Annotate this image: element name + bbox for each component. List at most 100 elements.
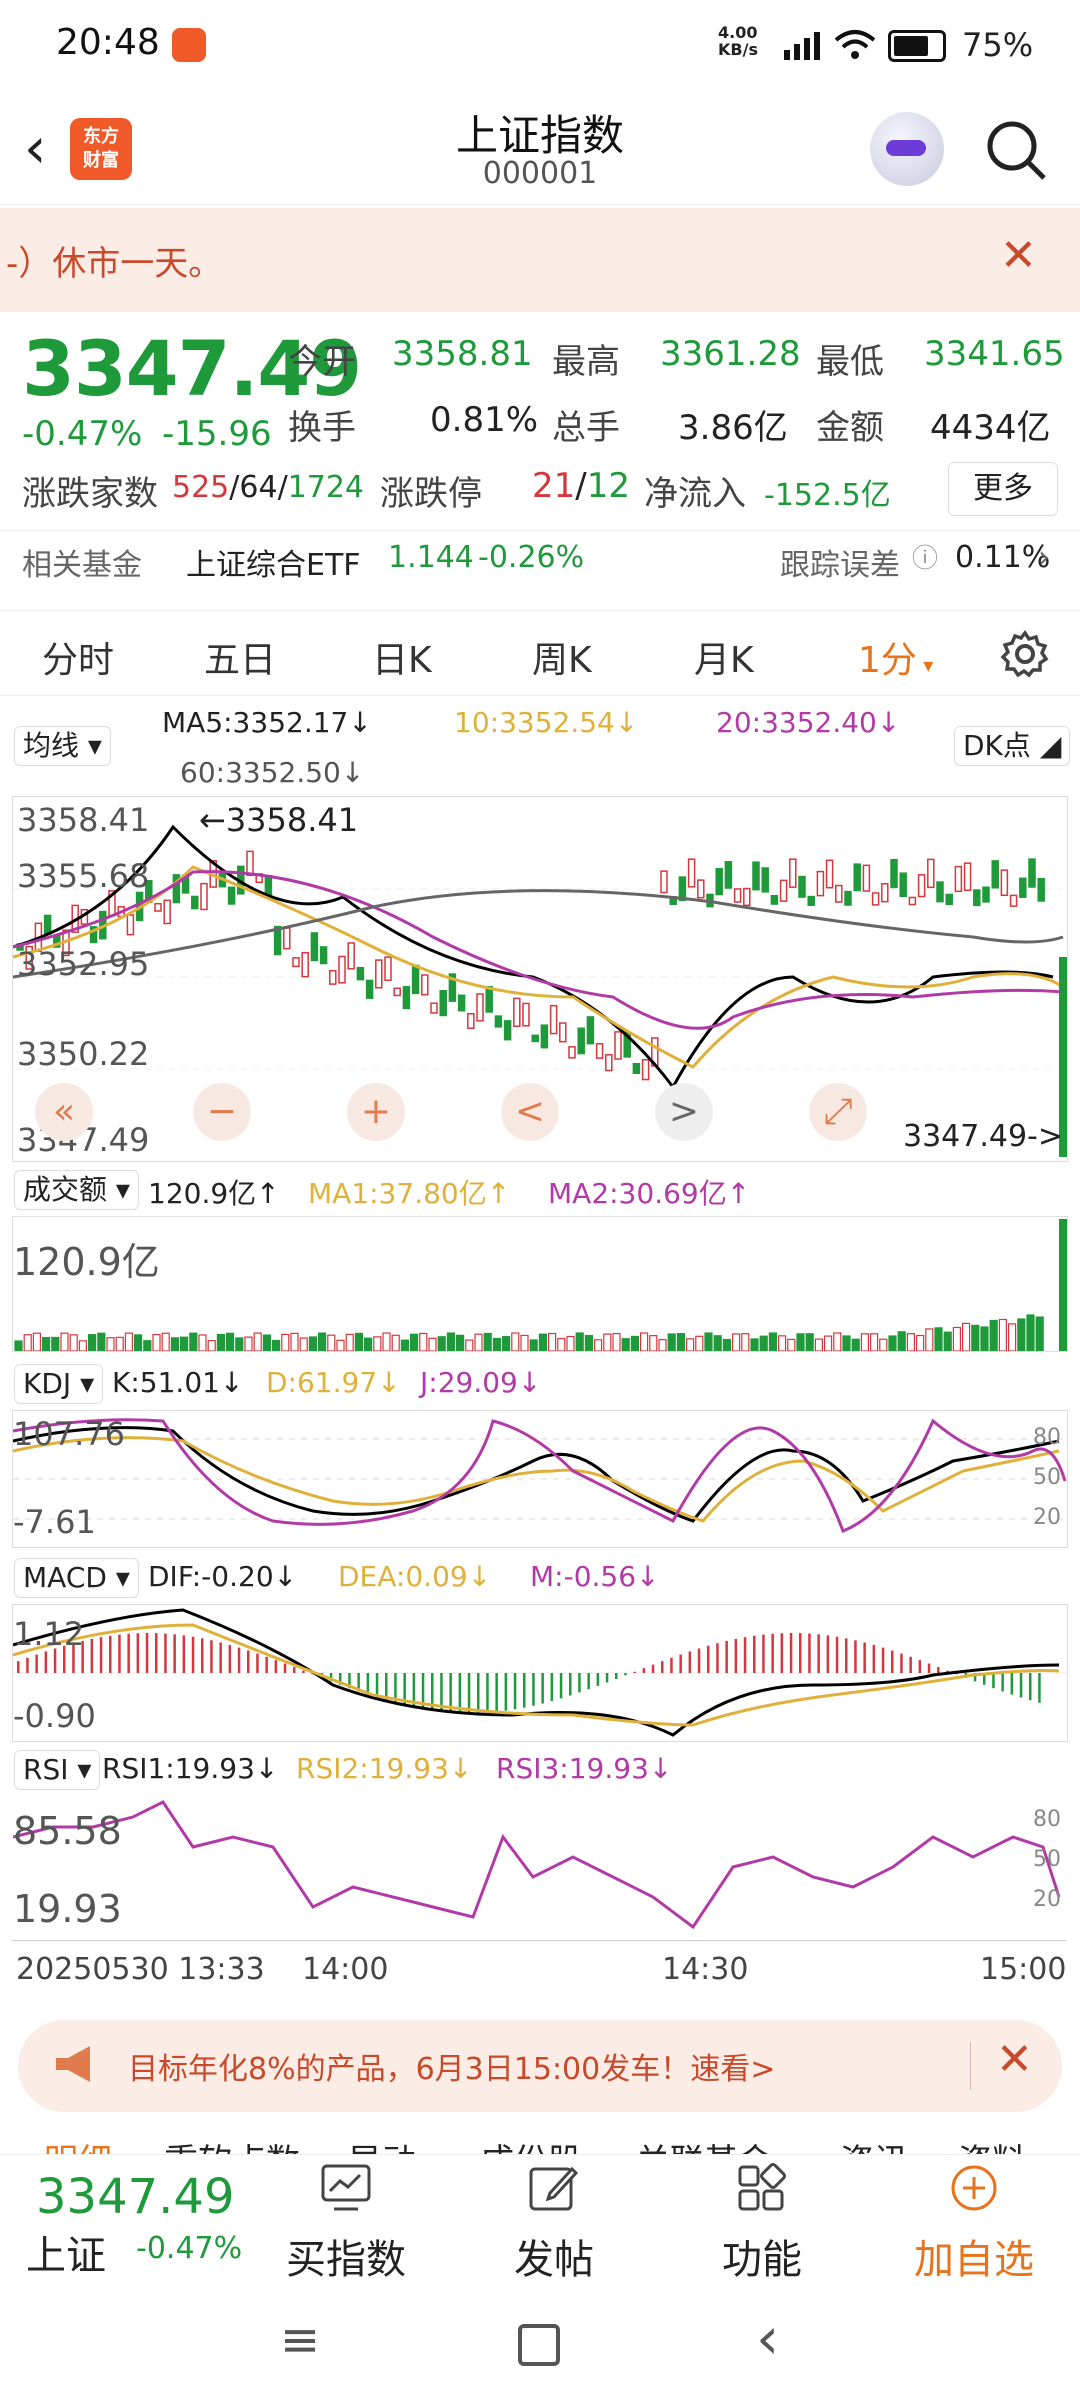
macd-bar [523, 1673, 526, 1708]
macd-bar [743, 1637, 747, 1673]
tab-related-funds[interactable]: 关联基金 [636, 2134, 772, 2156]
macd-bar [35, 1654, 38, 1673]
kdj-indicator-select[interactable]: KDJ ▾ [14, 1364, 104, 1404]
candle [632, 1062, 641, 1075]
volume-bar [216, 1333, 225, 1352]
promo-banner[interactable]: 目标年化8%的产品，6月3日15:00发车！速看> ✕ [18, 2020, 1062, 2112]
notice-banner[interactable]: -）休市一天。 ✕ [0, 208, 1080, 312]
candle [513, 997, 521, 1028]
rsi-indicator-select[interactable]: RSI ▾ [14, 1750, 101, 1790]
volume-bar [842, 1335, 851, 1352]
tab-info[interactable]: 资料 [958, 2134, 1026, 2156]
settings-gear-icon[interactable] [1000, 629, 1050, 679]
volume-svg [14, 1219, 1067, 1352]
wifi-icon [834, 30, 876, 59]
home-icon[interactable] [518, 2324, 560, 2366]
buy-index-button[interactable]: 买指数 [276, 2163, 416, 2285]
candle [816, 870, 825, 897]
tab-key-points[interactable]: 重软点数 [164, 2134, 300, 2156]
volume-bar [465, 1339, 474, 1352]
add-watchlist-button[interactable]: 加自选 [904, 2163, 1044, 2285]
back-nav-icon[interactable]: ‹ [756, 2304, 779, 2372]
volume-bar [281, 1333, 290, 1352]
tab-5day[interactable]: 五日 [204, 631, 276, 683]
more-button[interactable]: 更多 [948, 462, 1058, 516]
rsi-level-80: 80 [1033, 1807, 1061, 1832]
ma20-label: 20:3352.40↓ [716, 706, 901, 739]
search-icon[interactable] [980, 114, 1052, 186]
volume-chart[interactable]: 120.9亿 [12, 1216, 1068, 1352]
close-icon[interactable]: ✕ [996, 2034, 1033, 2085]
volume-bar [731, 1333, 741, 1352]
tab-detail[interactable]: 明细 [44, 2134, 112, 2156]
candle [890, 858, 898, 889]
tab-weekly[interactable]: 周K [532, 631, 592, 683]
macd-bar [1029, 1673, 1032, 1701]
amount-label: 金额 [816, 408, 884, 448]
netflow-value: -152.5亿 [764, 478, 891, 513]
menu-icon[interactable]: ≡ [280, 2312, 320, 2368]
zoom-out-button[interactable]: − [193, 1083, 251, 1141]
chevron-right-icon[interactable]: › [1038, 540, 1050, 575]
volume-bar [69, 1334, 78, 1352]
macd-bar [375, 1673, 379, 1698]
turnover-value: 0.81% [430, 400, 539, 440]
bottom-name: 上证 [26, 2233, 106, 2279]
scroll-start-button[interactable]: « [35, 1083, 93, 1141]
fullscreen-button[interactable]: ⤢ [809, 1083, 867, 1141]
candle [457, 994, 466, 1012]
tab-daily[interactable]: 日K [372, 631, 432, 683]
candle [1019, 877, 1027, 898]
volume-bar [538, 1333, 548, 1352]
tab-intraday[interactable]: 分时 [42, 631, 114, 683]
macd-bar [237, 1647, 241, 1673]
volume-bar [915, 1334, 925, 1352]
scroll-right-button[interactable]: > [655, 1083, 713, 1141]
tab-monthly[interactable]: 月K [694, 631, 754, 683]
macd-indicator-select[interactable]: MACD ▾ [14, 1558, 139, 1598]
limit-values: 21/12 [532, 466, 630, 506]
macd-bar [854, 1640, 857, 1673]
zoom-in-button[interactable]: + [347, 1083, 405, 1141]
close-icon[interactable]: ✕ [1000, 230, 1037, 281]
macd-m: M:-0.56↓ [530, 1560, 660, 1593]
candle [559, 1022, 567, 1043]
tab-movement[interactable]: 异动 [348, 2134, 416, 2156]
scroll-left-button[interactable]: < [501, 1083, 559, 1141]
candle [476, 993, 484, 1022]
candle [347, 942, 355, 970]
tab-1min[interactable]: 1分 ▾ [858, 631, 933, 683]
kdj-chart[interactable]: 107.76 -7.61 80 50 20 [12, 1410, 1068, 1548]
breadth-label: 涨跌家数 [22, 474, 158, 514]
rsi-chart[interactable]: 85.58 19.93 80 50 20 [12, 1796, 1068, 1938]
volume-bar [262, 1334, 271, 1352]
volume-bar [575, 1332, 584, 1352]
candle [421, 974, 429, 996]
change-amount: -15.96 [162, 414, 272, 454]
macd-bar [228, 1644, 232, 1673]
volume-bar [805, 1333, 814, 1352]
robot-assistant-icon[interactable] [870, 112, 944, 186]
volume-bar [961, 1322, 971, 1352]
macd-bar [771, 1633, 774, 1673]
volume-bar [704, 1332, 713, 1352]
candle [319, 946, 328, 965]
tab-news[interactable]: 资讯 [840, 2134, 908, 2156]
macd-bar [578, 1673, 581, 1693]
candle [595, 1043, 604, 1059]
kline-chart[interactable]: 3358.41 3355.68 3352.95 3350.22 3347.49 … [12, 796, 1068, 1162]
dk-point-button[interactable]: DK点 ◢ [954, 726, 1071, 766]
macd-bar [633, 1671, 636, 1673]
volume-indicator-select[interactable]: 成交额 ▾ [14, 1170, 139, 1210]
help-icon[interactable]: ⓘ [912, 538, 938, 575]
volume-bar [428, 1337, 437, 1352]
tab-components[interactable]: 成份股 [480, 2134, 582, 2156]
function-button[interactable]: 功能 [692, 2163, 832, 2285]
candle [494, 1015, 503, 1028]
macd-chart[interactable]: 1.12 -0.90 [12, 1604, 1068, 1742]
indicator-select[interactable]: 均线 ▾ [14, 726, 111, 766]
post-button[interactable]: 发帖 [484, 2163, 624, 2285]
fund-name[interactable]: 上证综合ETF [186, 540, 361, 584]
macd-bar [872, 1644, 876, 1673]
macd-bar [587, 1673, 590, 1690]
